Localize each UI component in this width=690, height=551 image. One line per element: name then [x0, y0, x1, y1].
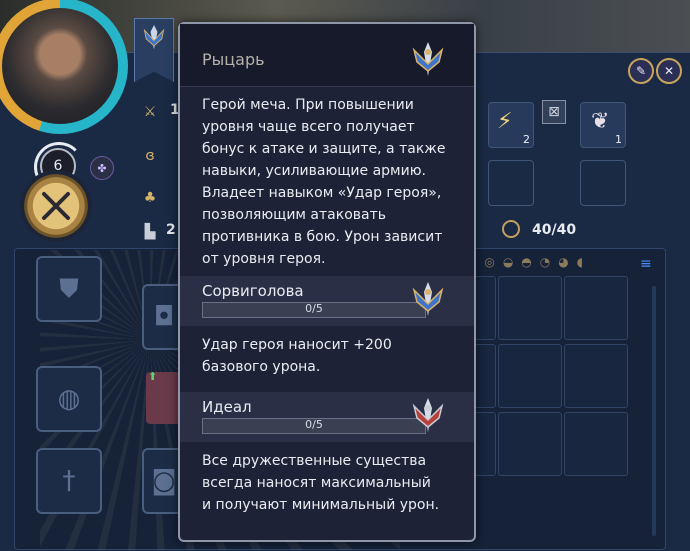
description-line: уровня чаще всего получает	[202, 119, 415, 135]
description-line: и получают минимальный урон.	[202, 497, 440, 513]
skill-section-2: Идеал 0/5	[180, 392, 474, 442]
wing-icon: ❦	[591, 109, 610, 134]
description-line: Удар героя наносит +200	[202, 337, 392, 353]
defense-value: 2	[166, 222, 176, 238]
inventory-cell[interactable]	[564, 412, 628, 476]
sword-crest-red-icon	[412, 398, 444, 432]
description-line: Герой меча. При повышении	[202, 97, 414, 113]
filter-ring-icon[interactable]: ◎	[484, 255, 494, 269]
skill-slot-1[interactable]: ⚡ 2	[488, 102, 534, 148]
inventory-scrollbar[interactable]	[652, 286, 656, 536]
banner-icon: ⛊	[59, 273, 79, 304]
ring-icon: ◍	[57, 384, 81, 414]
luck-icon: ♣	[143, 190, 157, 206]
movement-icon: ▙	[144, 224, 156, 240]
skill-slot-1-count: 2	[523, 133, 530, 146]
tooltip-title: Рыцарь	[202, 50, 265, 69]
skill-2-progress: 0/5	[202, 418, 426, 434]
class-tooltip: Рыцарь Герой меча. При повышении уровня …	[178, 22, 476, 542]
weapon-slot[interactable]: †	[36, 448, 102, 514]
empty-slot-1[interactable]	[488, 160, 534, 206]
description-line: всегда наносят максимальный	[202, 475, 431, 491]
skill-1-title: Сорвиголова	[202, 282, 304, 300]
description-line: Владеет навыком «Удар героя»,	[202, 185, 442, 201]
crossed-swords-icon	[42, 192, 70, 220]
tooltip-description: Герой меча. При повышении уровня чаще вс…	[202, 94, 464, 270]
empty-slot-2[interactable]	[580, 160, 626, 206]
description-line: навыки, усиливающие армию.	[202, 163, 426, 179]
rename-button[interactable]: ✎	[628, 58, 654, 84]
description-line: противника в бою. Урон зависит	[202, 229, 443, 245]
filter-belt-icon[interactable]: ◔	[540, 255, 550, 269]
inventory-cell[interactable]	[498, 276, 562, 340]
description-line: Все дружественные существа	[202, 453, 427, 469]
ring-slot[interactable]: ◍	[36, 366, 102, 432]
skill-section-1: Сорвиголова 0/5	[180, 276, 474, 326]
description-line: позволяющим атаковать	[202, 207, 387, 223]
inventory-cell[interactable]	[498, 344, 562, 408]
tooltip-header: Рыцарь	[180, 24, 474, 87]
skill-slot-2-count: 1	[615, 133, 622, 146]
description-line: бонус к атаке и защите, а также	[202, 141, 446, 157]
inventory-filters: ◗ ◎ ◒ ◓ ◔ ◕ ◖	[470, 255, 583, 269]
filter-amulet-icon[interactable]: ◒	[503, 255, 513, 269]
filter-bag-icon[interactable]: ◕	[558, 255, 568, 269]
helmet-icon: ◘	[153, 302, 175, 332]
upgrade-arrow-icon: ⬆	[148, 370, 158, 383]
specialty-badge-icon[interactable]: ✤	[90, 156, 114, 180]
close-button[interactable]: ✕	[656, 58, 682, 84]
inventory-cell[interactable]	[498, 412, 562, 476]
skill-1-progress-label: 0/5	[305, 302, 323, 315]
skill-2-title: Идеал	[202, 398, 252, 416]
filter-misc-icon[interactable]: ◖	[577, 255, 583, 269]
banner-slot[interactable]: ⛊	[36, 256, 102, 322]
supply-value: 40/40	[532, 222, 577, 238]
supply-icon	[502, 220, 520, 238]
attack-icon: ⚔	[143, 104, 157, 120]
locked-slot-icon: ⊠	[542, 100, 566, 124]
skill-2-description: Все дружественные существа всегда нанося…	[202, 450, 464, 516]
skill-1-description: Удар героя наносит +200 базового урона.	[202, 334, 464, 378]
dagger-icon: †	[62, 466, 76, 496]
defense-icon: ɞ	[145, 148, 155, 164]
skill-2-progress-label: 0/5	[305, 418, 323, 431]
inventory-cell[interactable]	[564, 276, 628, 340]
skill-1-progress: 0/5	[202, 302, 426, 318]
gauntlet-icon: ◙	[151, 466, 177, 496]
hero-class-medal[interactable]	[20, 170, 92, 242]
sword-crest-icon	[412, 282, 444, 316]
lightning-sword-icon: ⚡	[497, 109, 513, 134]
description-line: от уровня героя.	[202, 251, 326, 267]
filter-cloak-icon[interactable]: ◓	[521, 255, 531, 269]
sort-icon[interactable]: ≡	[640, 256, 652, 272]
description-line: базового урона.	[202, 359, 321, 375]
sword-crest-icon	[412, 42, 444, 76]
hero-portrait[interactable]	[2, 8, 118, 124]
sword-crest-icon	[143, 25, 165, 50]
skill-slot-2[interactable]: ❦ 1	[580, 102, 626, 148]
inventory-cell[interactable]	[564, 344, 628, 408]
